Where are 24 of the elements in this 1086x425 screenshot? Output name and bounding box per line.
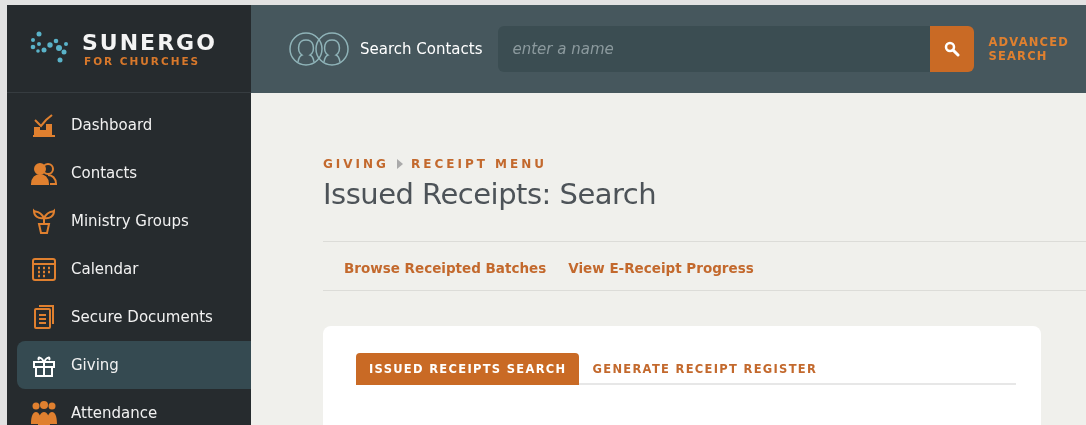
sidebar-item[interactable]: Calendar [17, 245, 251, 293]
people-icon [31, 160, 57, 186]
brand-name: SUNERGO [82, 30, 217, 55]
tab[interactable]: GENERATE RECEIPT REGISTER [579, 353, 831, 385]
contact-search-field[interactable]: enter a name [498, 26, 931, 72]
sidebar-item[interactable]: Ministry Groups [17, 197, 251, 245]
plant-icon [31, 208, 57, 234]
calendar-icon [31, 256, 57, 282]
people-outline-icon [288, 31, 350, 67]
search-button[interactable] [930, 26, 975, 72]
breadcrumb-separator-icon [396, 159, 403, 169]
search-label: Search Contacts [360, 40, 483, 58]
sidebar-item[interactable]: Secure Documents [17, 293, 251, 341]
sidebar-item[interactable]: Giving [17, 341, 251, 389]
chart-icon [31, 112, 57, 138]
page-title: Issued Receipts: Search [323, 177, 658, 211]
search-icon [944, 41, 961, 57]
sidebar-item[interactable]: Attendance [17, 389, 251, 425]
sidebar-item[interactable]: Contacts [17, 149, 251, 197]
documents-icon [31, 304, 57, 330]
tab[interactable]: ISSUED RECEIPTS SEARCH [356, 353, 580, 385]
brand-tagline: FOR CHURCHES [84, 54, 202, 67]
group-icon [31, 400, 57, 425]
sidebar-item[interactable]: Dashboard [17, 101, 251, 149]
